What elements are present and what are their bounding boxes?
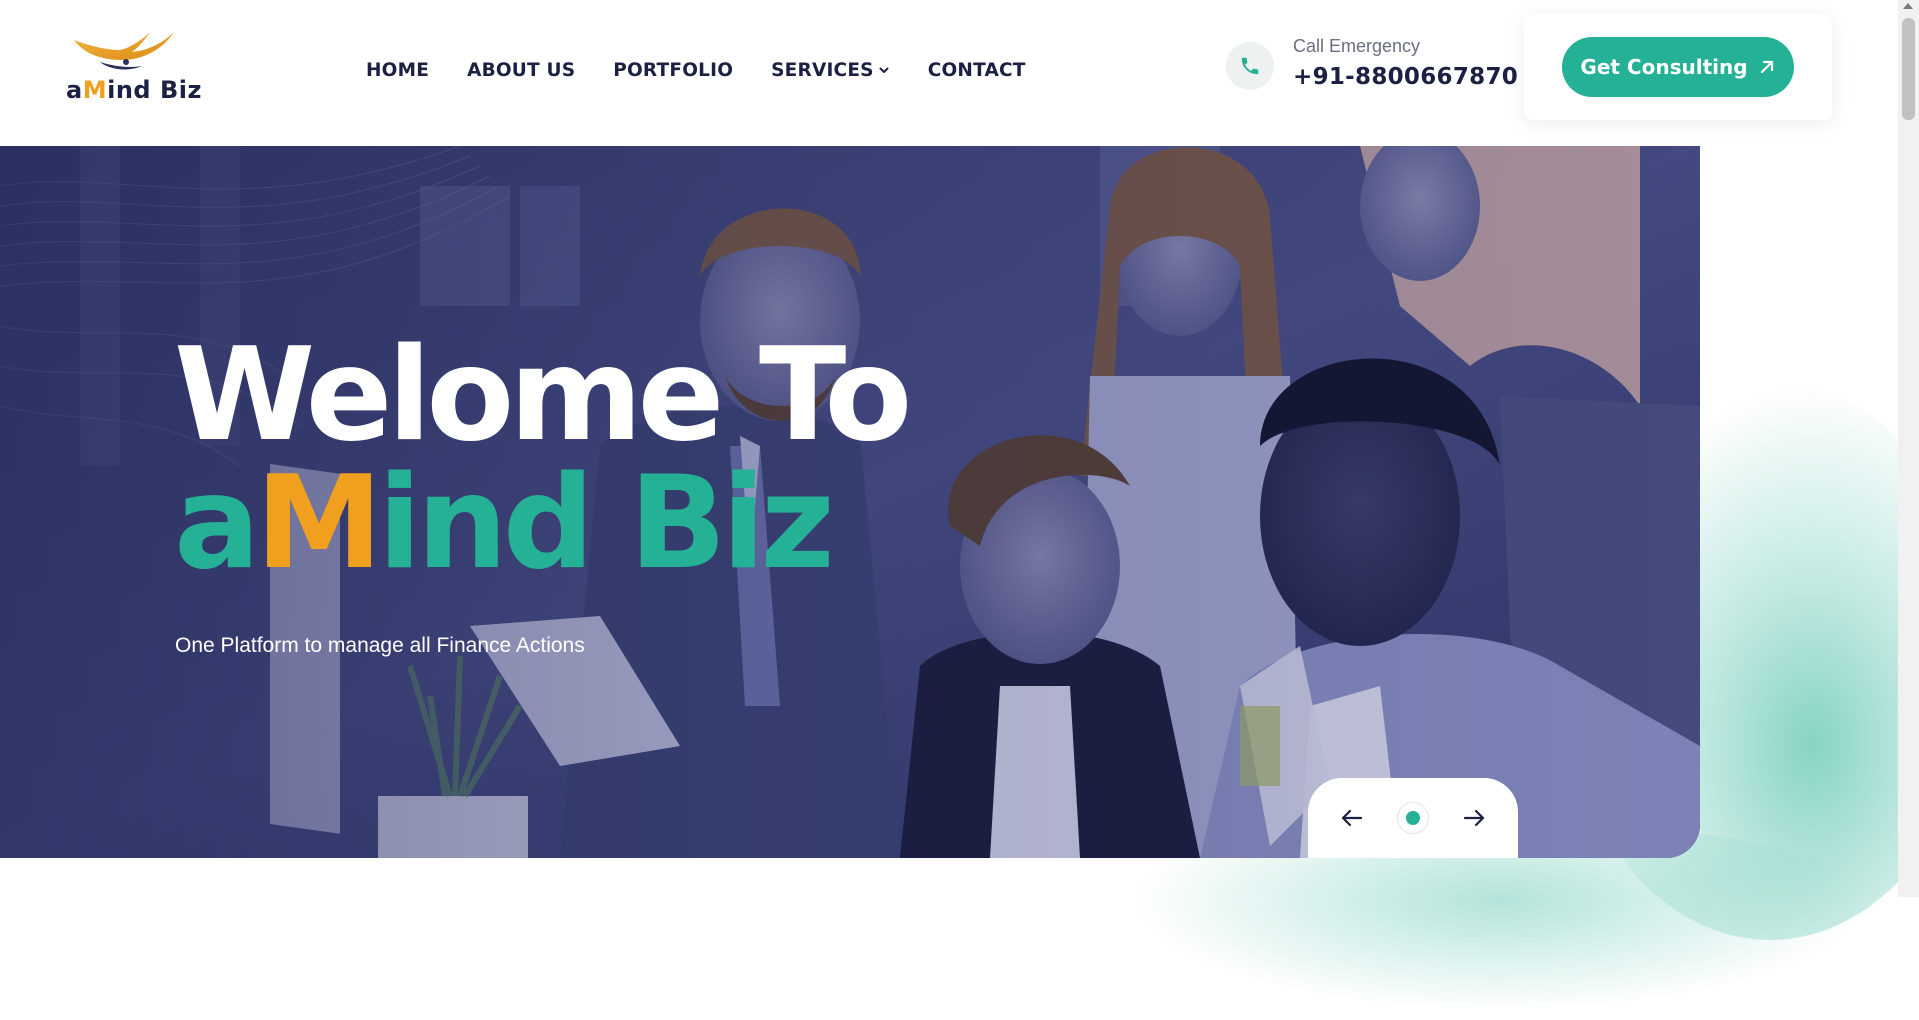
slider-dot-active[interactable] xyxy=(1397,802,1429,834)
hero-title: Welome To xyxy=(174,321,912,470)
site-logo[interactable]: aMind Biz xyxy=(66,26,201,106)
nav-services[interactable]: SERVICES xyxy=(771,58,890,82)
arrow-left-icon xyxy=(1341,809,1363,827)
chevron-down-icon xyxy=(879,67,889,73)
nav-portfolio-label: PORTFOLIO xyxy=(613,59,734,81)
scrollbar-thumb[interactable] xyxy=(1902,18,1915,120)
eagle-logo-icon xyxy=(74,32,174,70)
phone-icon xyxy=(1241,57,1259,75)
phone-icon-circle[interactable] xyxy=(1226,42,1274,90)
slider-next-button[interactable] xyxy=(1459,803,1489,833)
nav-contact-label: CONTACT xyxy=(927,59,1026,81)
page-scrollbar[interactable] xyxy=(1898,0,1919,897)
hero-subtitle: One Platform to manage all Finance Actio… xyxy=(175,634,585,657)
nav-home[interactable]: HOME xyxy=(366,58,429,82)
get-consulting-button[interactable]: Get Consulting xyxy=(1562,37,1794,97)
logo-letters-rest: ind Biz xyxy=(107,76,202,104)
logo-letter-m: M xyxy=(82,76,108,104)
nav-about-label: ABOUT US xyxy=(467,59,576,81)
nav-services-label: SERVICES xyxy=(771,59,874,81)
hero-brand-name: aMind Biz xyxy=(174,460,835,588)
slider-prev-button[interactable] xyxy=(1337,803,1367,833)
hero-brand-a: a xyxy=(174,449,260,598)
call-emergency-number[interactable]: +91-8800667870 xyxy=(1293,64,1518,90)
hero-brand-rest: ind Biz xyxy=(377,449,835,598)
site-header: aMind Biz HOME ABOUT US PORTFOLIO SERVIC… xyxy=(0,0,1898,146)
arrow-right-icon xyxy=(1463,809,1485,827)
slider-controls xyxy=(1308,778,1518,858)
main-nav: HOME ABOUT US PORTFOLIO SERVICES CONTACT xyxy=(366,58,1026,82)
slider-dot-fill xyxy=(1406,811,1420,825)
hero-banner: Welome To aMind Biz One Platform to mana… xyxy=(0,146,1700,858)
nav-contact[interactable]: CONTACT xyxy=(928,58,1026,82)
arrow-up-right-icon xyxy=(1760,60,1773,74)
nav-home-label: HOME xyxy=(366,59,430,81)
cta-card: Get Consulting xyxy=(1524,14,1832,120)
hero-brand-m: M xyxy=(255,449,382,598)
get-consulting-label: Get Consulting xyxy=(1580,55,1748,79)
logo-wordmark: aMind Biz xyxy=(66,76,201,104)
logo-letter-a: a xyxy=(66,76,83,104)
call-emergency-label: Call Emergency xyxy=(1293,36,1421,56)
nav-portfolio[interactable]: PORTFOLIO xyxy=(613,58,733,82)
nav-about-us[interactable]: ABOUT US xyxy=(467,58,575,82)
scroll-up-arrow-icon[interactable] xyxy=(1903,3,1913,9)
